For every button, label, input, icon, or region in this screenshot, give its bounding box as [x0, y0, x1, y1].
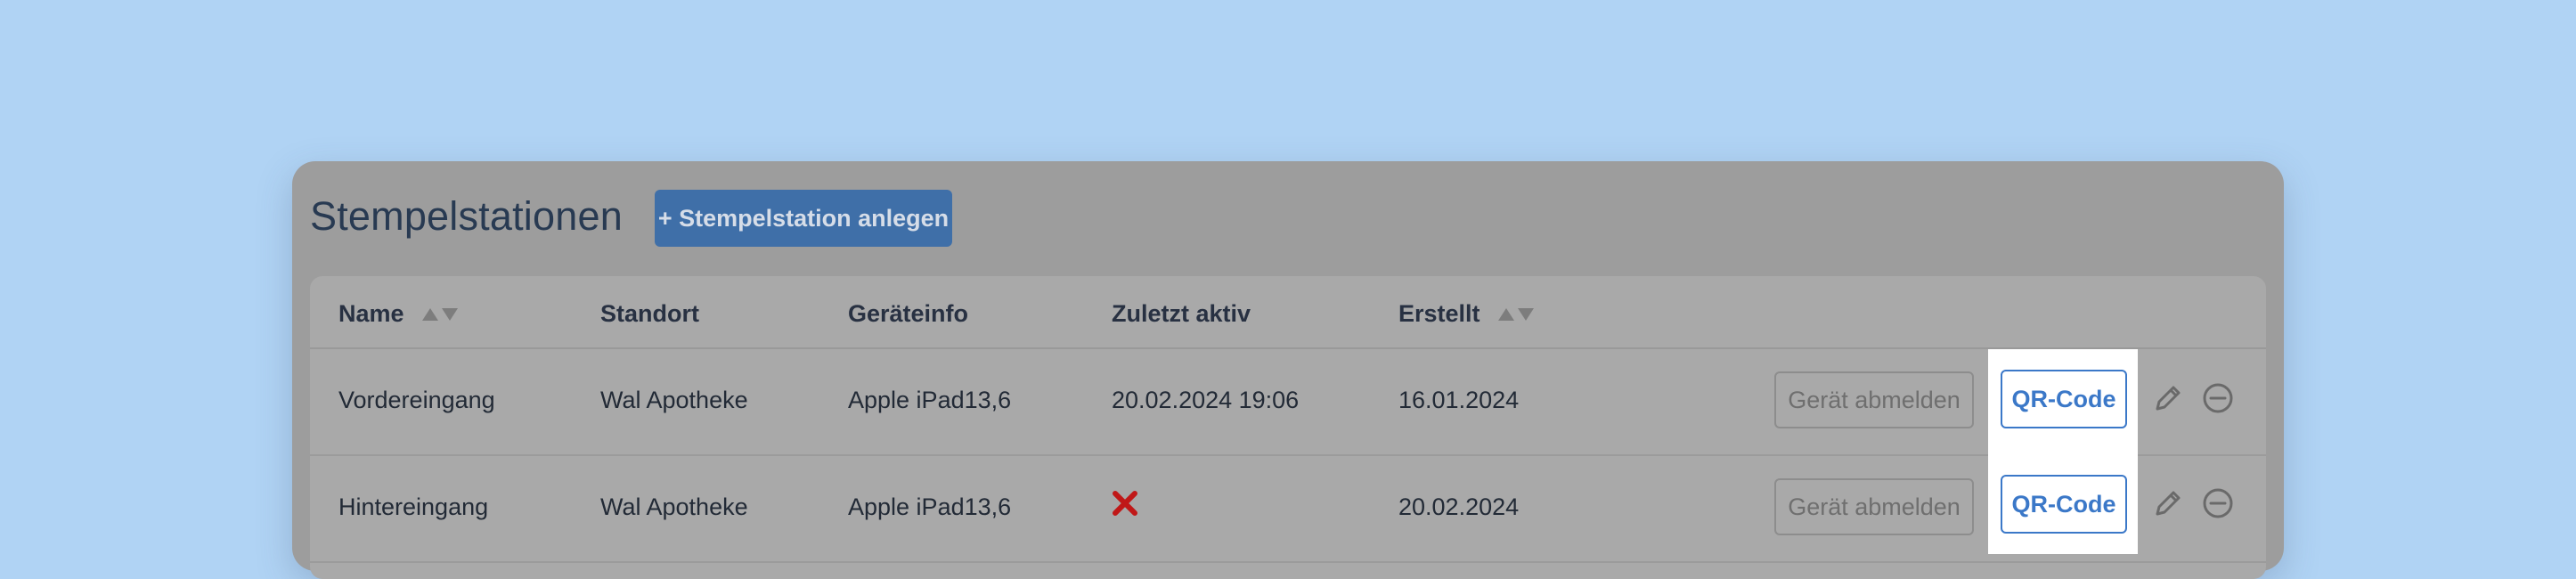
geraet-abmelden-button[interactable]: Gerät abmelden [1774, 371, 1974, 428]
minus-circle-icon[interactable] [2202, 382, 2234, 419]
x-icon [1112, 490, 1138, 523]
cell-standort: Wal Apotheke [600, 493, 748, 520]
cell-standort: Wal Apotheke [600, 387, 748, 413]
add-stempelstation-button[interactable]: + Stempelstation anlegen [655, 190, 952, 247]
sort-icon[interactable] [1497, 307, 1534, 321]
geraet-abmelden-button[interactable]: Gerät abmelden [1774, 478, 1974, 535]
column-header-erstellt-label: Erstellt [1398, 300, 1480, 327]
cell-name: Hintereingang [338, 493, 489, 520]
cell-name: Vordereingang [338, 387, 495, 413]
pencil-icon[interactable] [2152, 487, 2184, 524]
cell-erstellt: 20.02.2024 [1398, 493, 1520, 520]
page-title: Stempelstationen [310, 193, 623, 239]
column-header-geraeteinfo: Geräteinfo [848, 300, 969, 327]
stempelstationen-panel: Stempelstationen + Stempelstation anlege… [292, 161, 2284, 579]
column-header-zuletzt-aktiv: Zuletzt aktiv [1112, 300, 1251, 327]
table-header: Name Standort Geräteinfo Zuletzt aktiv E… [310, 276, 2266, 349]
column-header-name-label: Name [338, 300, 404, 327]
qr-code-button[interactable]: QR-Code [2001, 370, 2127, 428]
cell-zuletzt-aktiv: 20.02.2024 19:06 [1112, 387, 1300, 413]
pencil-icon[interactable] [2152, 382, 2184, 419]
cell-erstellt: 16.01.2024 [1398, 387, 1520, 413]
table-row: Hintereingang Wal Apotheke Apple iPad13,… [310, 456, 2266, 563]
table-row: Vordereingang Wal Apotheke Apple iPad13,… [310, 349, 2266, 456]
column-header-standort: Standort [600, 300, 699, 327]
qr-code-button[interactable]: QR-Code [2001, 475, 2127, 534]
sort-icon[interactable] [421, 307, 458, 321]
column-header-name[interactable]: Name [338, 300, 458, 328]
cell-geraeteinfo: Apple iPad13,6 [848, 493, 1012, 520]
stations-table: Name Standort Geräteinfo Zuletzt aktiv E… [310, 276, 2266, 579]
column-header-erstellt[interactable]: Erstellt [1398, 300, 1534, 328]
cell-geraeteinfo: Apple iPad13,6 [848, 387, 1012, 413]
minus-circle-icon[interactable] [2202, 487, 2234, 524]
